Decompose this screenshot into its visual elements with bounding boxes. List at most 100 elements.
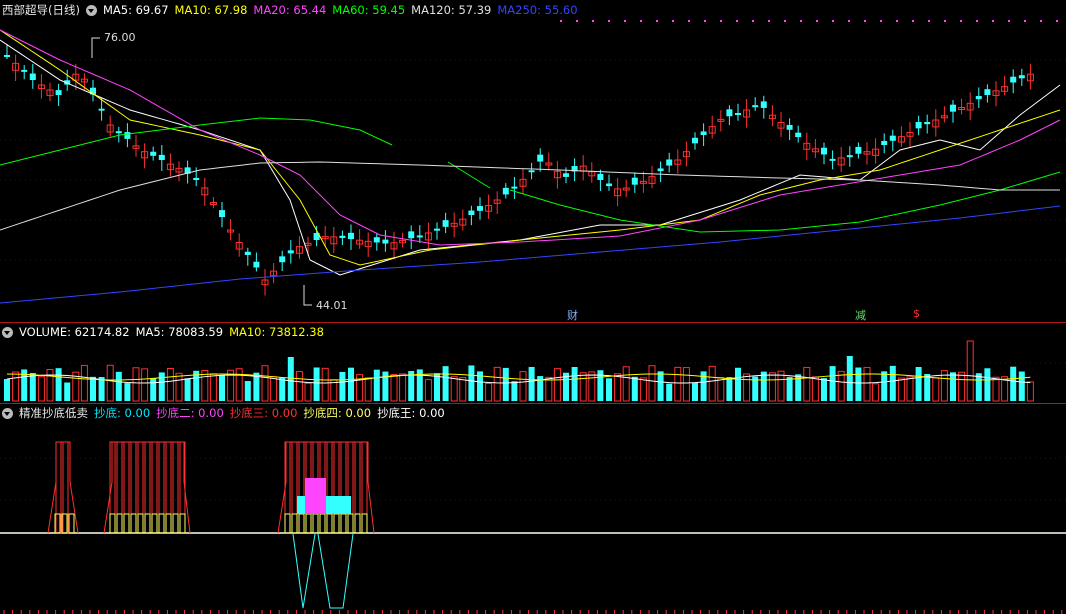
volume-bar-down <box>348 367 354 401</box>
signal-block-magenta <box>305 478 326 514</box>
volume-bar-up <box>872 383 880 402</box>
volume-bar-up <box>485 382 493 402</box>
volume-bar-down <box>735 367 741 401</box>
signal-bar-yellow <box>291 513 298 534</box>
candle-down <box>846 155 853 158</box>
candle-down <box>795 132 802 138</box>
candle-down <box>657 168 664 172</box>
volume-bar-down <box>1018 371 1025 401</box>
marker-dot <box>928 20 930 22</box>
signal-bar-yellow <box>305 513 312 534</box>
marker-dot <box>672 20 674 22</box>
volume-bar-down <box>90 376 96 401</box>
signal-pane[interactable]: 精准抄底低卖 抄底: 0.00 抄底二: 0.00 抄底三: 0.00 抄底四:… <box>0 404 1066 614</box>
volume-bar-down <box>881 371 888 401</box>
marker-dot <box>608 20 610 22</box>
volume-bar-down <box>829 366 836 401</box>
marker-dot <box>688 20 690 22</box>
volume-bar-up <box>588 371 596 402</box>
signal-bar-red <box>361 441 368 534</box>
signal-bar-red <box>165 441 172 534</box>
dollar-marker[interactable]: $ <box>913 307 920 320</box>
volume-bar-down <box>184 378 191 401</box>
volume-bar-up <box>639 377 647 402</box>
marker-dot <box>704 20 706 22</box>
candle-down <box>4 55 10 57</box>
signal-bar-yellow <box>144 513 151 534</box>
signal-bar-red <box>172 441 179 534</box>
signal-bar-yellow <box>319 513 326 534</box>
price-chart-pane[interactable]: 西部超导(日线) MA5: 69.67 MA10: 67.98 MA20: 65… <box>0 0 1066 322</box>
volume-bar-down <box>950 372 956 401</box>
candle-down <box>55 90 62 95</box>
candle-down <box>502 187 509 195</box>
candle-down <box>855 146 862 154</box>
reduce-marker[interactable]: 减 <box>855 307 866 323</box>
volume-bar-down <box>915 367 922 401</box>
signal-bar-yellow <box>130 513 137 534</box>
signal-bar-red <box>340 441 347 534</box>
signal-dip <box>317 533 354 609</box>
volume-bar-down <box>855 367 862 401</box>
marker-dot <box>816 20 818 22</box>
candle-down <box>915 122 922 129</box>
volume-bar-down <box>511 381 518 401</box>
candle-down <box>193 177 200 180</box>
candle-down <box>881 140 888 145</box>
high-price-label: 76.00 <box>104 31 136 44</box>
volume-bars[interactable] <box>0 323 1066 403</box>
candle-down <box>984 89 991 95</box>
volume-pane[interactable]: VOLUME: 62174.82 MA5: 78083.59 MA10: 738… <box>0 323 1066 403</box>
candle-down <box>950 104 956 112</box>
candle-down <box>528 170 535 173</box>
ma250-line <box>0 205 1061 304</box>
volume-bar-up <box>201 369 209 402</box>
candle-down <box>752 105 759 108</box>
candle-down <box>631 177 638 185</box>
candlestick-chart[interactable] <box>0 0 1066 322</box>
volume-bar-down <box>606 378 612 401</box>
volume-bar-down <box>924 373 931 401</box>
volume-bar-up <box>811 376 819 402</box>
marker-dot <box>976 20 978 22</box>
signal-bar-yellow <box>179 513 186 534</box>
volume-bar-up <box>897 377 905 402</box>
volume-bar-up <box>992 376 1000 402</box>
volume-bar-up <box>674 366 682 402</box>
finance-marker[interactable]: 财 <box>567 307 578 323</box>
signal-bar-yellow <box>333 513 340 534</box>
volume-bar-up <box>304 382 312 402</box>
volume-bar-down <box>528 366 535 401</box>
candle-down <box>279 256 286 263</box>
volume-bar-down <box>692 382 698 401</box>
volume-bar-down <box>4 379 10 401</box>
volume-bar-down <box>150 378 157 401</box>
candle-down <box>692 137 698 144</box>
volume-bar-up <box>803 366 811 402</box>
candle-down <box>511 186 518 189</box>
marker-dot <box>576 20 578 22</box>
candle-down <box>150 151 157 156</box>
marker-dot <box>592 20 594 22</box>
marker-dot <box>784 20 786 22</box>
signal-bar-yellow <box>68 513 75 534</box>
marker-dot <box>800 20 802 22</box>
signal-bar-red <box>144 441 151 534</box>
volume-bar-down <box>98 377 105 401</box>
signal-bar-yellow <box>298 513 305 534</box>
signal-bar-yellow <box>137 513 144 534</box>
volume-bar-up <box>235 368 243 402</box>
volume-bar-down <box>64 382 71 401</box>
volume-bar-up <box>958 371 966 402</box>
volume-bar-up <box>553 368 561 402</box>
signal-chart[interactable] <box>0 404 1066 614</box>
marker-dot <box>960 20 962 22</box>
volume-bar-down <box>975 373 982 401</box>
marker-dot <box>624 20 626 22</box>
high-pointer <box>91 37 100 58</box>
candle-down <box>735 113 741 116</box>
volume-bar-up <box>399 373 407 402</box>
marker-dot <box>992 20 994 22</box>
volume-bar-up <box>141 368 149 402</box>
signal-bar-red <box>291 441 298 534</box>
